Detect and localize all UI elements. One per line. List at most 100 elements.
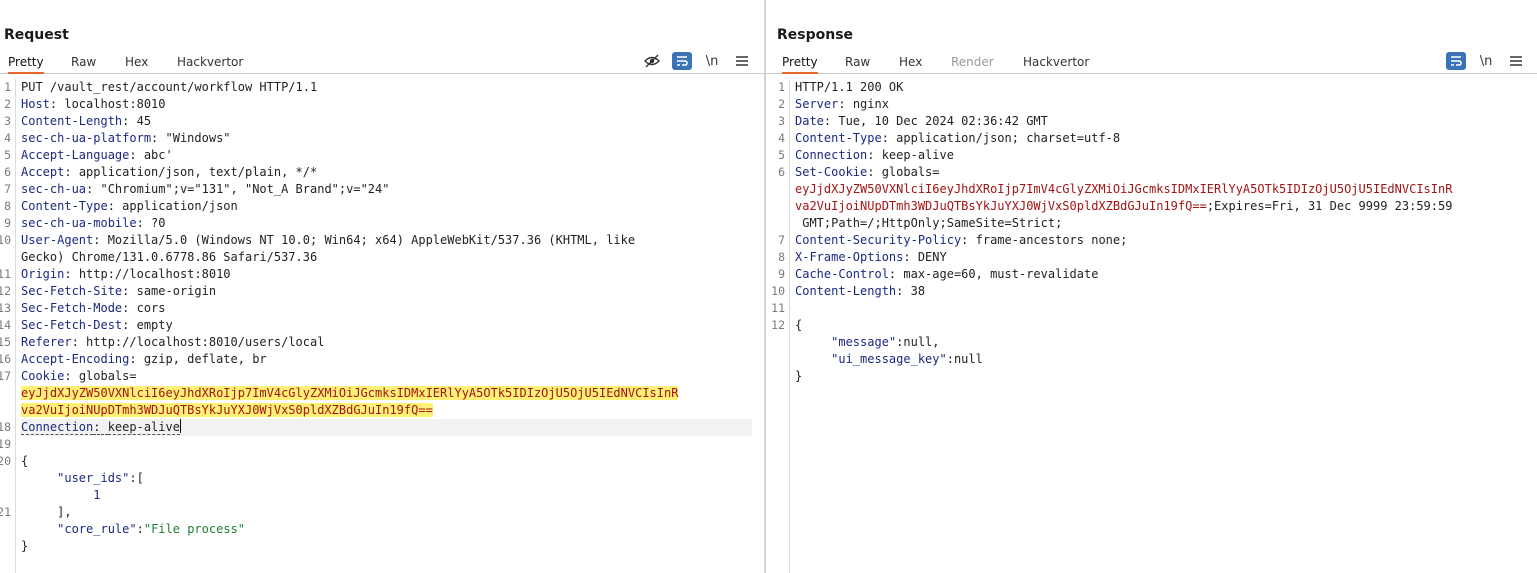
response-gutter: 1 2 3 4 5 6 7 8 9 10 11 12 <box>766 79 790 573</box>
header-line: Content-Length: 38 <box>795 284 926 298</box>
line-number: 20 <box>0 454 11 468</box>
menu-icon[interactable] <box>1506 52 1526 70</box>
header-line: Host: localhost:8010 <box>21 97 166 111</box>
cookie-attrs: ;Expires=Fri, 31 Dec 9999 23:59:59 <box>1206 199 1453 213</box>
cookie-attrs: GMT;Path=/;HttpOnly;SameSite=Strict; <box>795 216 1063 230</box>
cookie-value-line: va2VuIjoiNUpDTmh3WDJuQTBsYkJuYXJ0WjVxS0p… <box>21 402 433 419</box>
cookie-value: eyJjdXJyZW50VXNlciI6eyJhdXRoIjp7ImV4cGly… <box>795 182 1453 196</box>
header-value: "Windows" <box>165 131 231 145</box>
line-number: 13 <box>0 301 11 315</box>
header-value: DENY <box>917 250 947 264</box>
header-value: max-age=60, must-revalidate <box>903 267 1099 281</box>
header-value: http://localhost:8010/users/local <box>86 335 325 349</box>
json-line: "user_ids":[ <box>21 470 144 487</box>
word-wrap-icon[interactable] <box>672 52 692 70</box>
header-name: X-Frame-Options <box>795 250 904 264</box>
set-cookie-line: eyJjdXJyZW50VXNlciI6eyJhdXRoIjp7ImV4cGly… <box>795 181 1452 198</box>
header-line: User-Agent: Mozilla/5.0 (Windows NT 10.0… <box>21 233 636 247</box>
line-number: 8 <box>778 250 785 264</box>
header-value: Tue, 10 Dec 2024 02:36:42 GMT <box>838 114 1048 128</box>
header-line: Content-Type: application/json <box>21 199 238 213</box>
cookie-value-line: eyJjdXJyZW50VXNlciI6eyJhdXRoIjp7ImV4cGly… <box>21 385 679 402</box>
header-value: globals= <box>78 369 137 383</box>
header-line: Date: Tue, 10 Dec 2024 02:36:42 GMT <box>795 114 1048 128</box>
header-value: gzip, deflate, br <box>143 352 267 366</box>
request-tab-pretty[interactable]: Pretty <box>8 55 44 74</box>
header-line: Sec-Fetch-Dest: empty <box>21 318 173 332</box>
header-name: Referer <box>21 335 72 349</box>
header-value: application/json, text/plain, */* <box>78 165 318 179</box>
line-number: 11 <box>0 267 11 281</box>
response-tab-hex[interactable]: Hex <box>899 55 922 74</box>
text-caret <box>179 419 181 433</box>
json-line: "core_rule":"File process" <box>21 521 245 538</box>
header-value: same-origin <box>136 284 217 298</box>
json-value: :null, <box>896 335 940 349</box>
hide-nonprintable-icon[interactable] <box>642 52 662 70</box>
json-line: 1 <box>21 487 100 504</box>
header-line: Accept-Encoding: gzip, deflate, br <box>21 352 267 366</box>
line-number: 15 <box>0 335 11 349</box>
header-name: User-Agent <box>21 233 94 247</box>
header-line: Cache-Control: max-age=60, must-revalida… <box>795 267 1099 281</box>
header-value: Gecko) Chrome/131.0.6778.86 Safari/537.3… <box>21 250 318 264</box>
json-punct: :[ <box>129 471 144 485</box>
response-tab-render[interactable]: Render <box>951 55 994 74</box>
request-tab-raw[interactable]: Raw <box>71 55 96 74</box>
json-line: "message":null, <box>795 334 940 351</box>
json-punct: : <box>136 522 144 536</box>
request-editor[interactable]: 1 2 3 4 5 6 7 8 9 10 11 12 13 14 15 16 1… <box>0 79 764 573</box>
response-tab-hackvertor[interactable]: Hackvertor <box>1023 55 1089 74</box>
header-value: application/json <box>122 199 238 213</box>
menu-icon[interactable] <box>732 52 752 70</box>
header-name: sec-ch-ua-platform <box>21 131 152 145</box>
word-wrap-icon[interactable] <box>1446 52 1466 70</box>
header-value: http://localhost:8010 <box>78 267 231 281</box>
response-tab-pretty[interactable]: Pretty <box>782 55 818 74</box>
request-title: Request <box>4 27 69 43</box>
json-line: ], <box>21 504 71 521</box>
header-value: abc' <box>143 148 173 162</box>
response-pane: Response Pretty Raw Hex Render Hackverto… <box>766 0 1537 573</box>
json-line: "ui_message_key":null <box>795 351 983 368</box>
json-key: "user_ids" <box>57 471 130 485</box>
line-number: 9 <box>778 267 785 281</box>
header-name: Content-Length <box>21 114 123 128</box>
set-cookie-line: va2VuIjoiNUpDTmh3WDJuQTBsYkJuYXJ0WjVxS0p… <box>795 198 1452 215</box>
header-line: Sec-Fetch-Mode: cors <box>21 301 166 315</box>
header-value: "Chromium";v="131", "Not_A Brand";v="24" <box>100 182 390 196</box>
header-name: Cookie <box>21 369 65 383</box>
line-number: 19 <box>0 437 11 451</box>
header-line-wrap: Gecko) Chrome/131.0.6778.86 Safari/537.3… <box>21 249 317 266</box>
header-value: cors <box>136 301 166 315</box>
line-number: 9 <box>4 216 11 230</box>
json-key: "ui_message_key" <box>831 352 947 366</box>
header-line: Content-Security-Policy: frame-ancestors… <box>795 233 1128 247</box>
show-newlines-button[interactable]: \n <box>702 52 722 70</box>
header-name: Connection <box>795 148 868 162</box>
header-line: Server: nginx <box>795 97 889 111</box>
line-number: 21 <box>0 505 11 519</box>
show-newlines-button[interactable]: \n <box>1476 52 1496 70</box>
header-name: Host <box>21 97 50 111</box>
header-name: Content-Length <box>795 284 897 298</box>
header-value: ?0 <box>151 216 166 230</box>
response-tab-raw[interactable]: Raw <box>845 55 870 74</box>
header-line: Set-Cookie: globals= <box>795 165 940 179</box>
header-name: Origin <box>21 267 65 281</box>
header-line: Connection: keep-alive <box>21 419 181 435</box>
response-editor[interactable]: 1 2 3 4 5 6 7 8 9 10 11 12 HTTP/1.1 200 … <box>766 79 1537 573</box>
request-tab-hackvertor[interactable]: Hackvertor <box>177 55 243 74</box>
header-line: Content-Type: application/json; charset=… <box>795 131 1121 145</box>
request-tab-hex[interactable]: Hex <box>125 55 148 74</box>
request-pane: Request Pretty Raw Hex Hackvertor \n 1 2… <box>0 0 764 573</box>
header-value: frame-ancestors none; <box>975 233 1128 247</box>
line-number: 5 <box>778 148 785 162</box>
json-line: { <box>21 454 29 468</box>
line-number: 10 <box>771 284 785 298</box>
line-number: 2 <box>778 97 785 111</box>
request-gutter: 1 2 3 4 5 6 7 8 9 10 11 12 13 14 15 16 1… <box>0 79 16 573</box>
header-value: nginx <box>852 97 889 111</box>
line-number: 5 <box>4 148 11 162</box>
header-value: localhost:8010 <box>64 97 166 111</box>
